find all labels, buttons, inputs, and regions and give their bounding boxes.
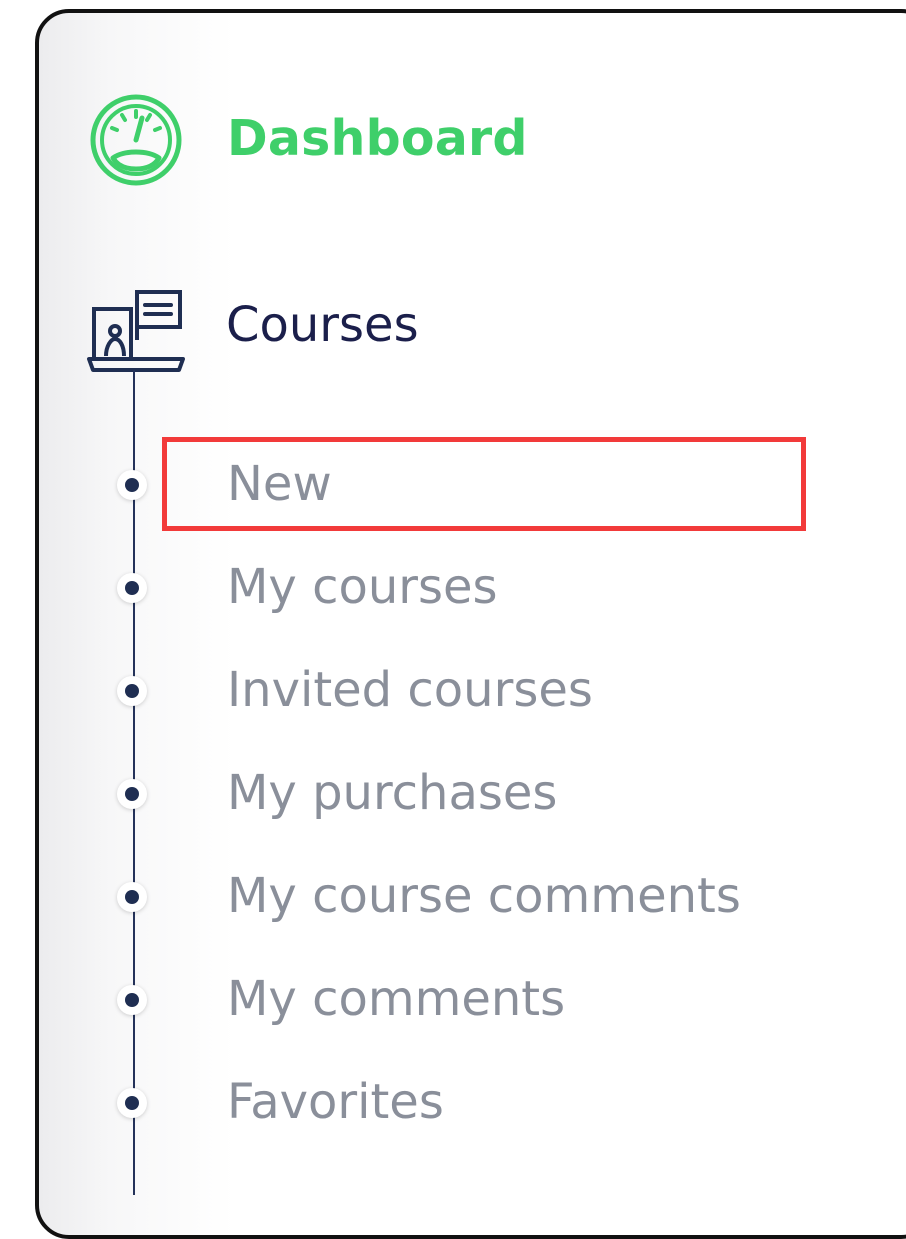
bullet-icon <box>117 470 147 500</box>
sidebar-item-label: Dashboard <box>227 110 528 167</box>
bullet-icon <box>117 882 147 912</box>
sidebar-subitem-label: My course comments <box>227 868 741 924</box>
sidebar-subitem-label: Invited courses <box>227 662 593 718</box>
bullet-icon <box>117 985 147 1015</box>
sidebar-subitem-my-comments[interactable]: My comments <box>0 967 906 1027</box>
sidebar-subitem-label: My purchases <box>227 765 558 821</box>
sidebar-subitem-my-courses[interactable]: My courses <box>0 555 906 615</box>
sidebar-subitem-label: New <box>227 456 332 512</box>
sidebar-panel <box>35 9 906 1239</box>
bullet-icon <box>117 676 147 706</box>
bullet-icon <box>117 779 147 809</box>
sidebar-subitem-label: My comments <box>227 971 566 1027</box>
bullet-icon <box>117 1088 147 1118</box>
sidebar-subitem-label: My courses <box>227 559 498 615</box>
sidebar-item-label: Courses <box>226 297 419 353</box>
bullet-icon <box>117 573 147 603</box>
sidebar-subitem-new[interactable]: New <box>0 452 906 512</box>
sidebar-subitem-my-purchases[interactable]: My purchases <box>0 761 906 821</box>
sidebar-subitem-label: Favorites <box>227 1074 444 1130</box>
course-board-icon <box>86 287 186 377</box>
sidebar-subitem-favorites[interactable]: Favorites <box>0 1070 906 1130</box>
speedometer-icon <box>88 92 184 188</box>
sidebar-subitem-my-course-comments[interactable]: My course comments <box>0 864 906 924</box>
sidebar-subitem-invited-courses[interactable]: Invited courses <box>0 658 906 718</box>
